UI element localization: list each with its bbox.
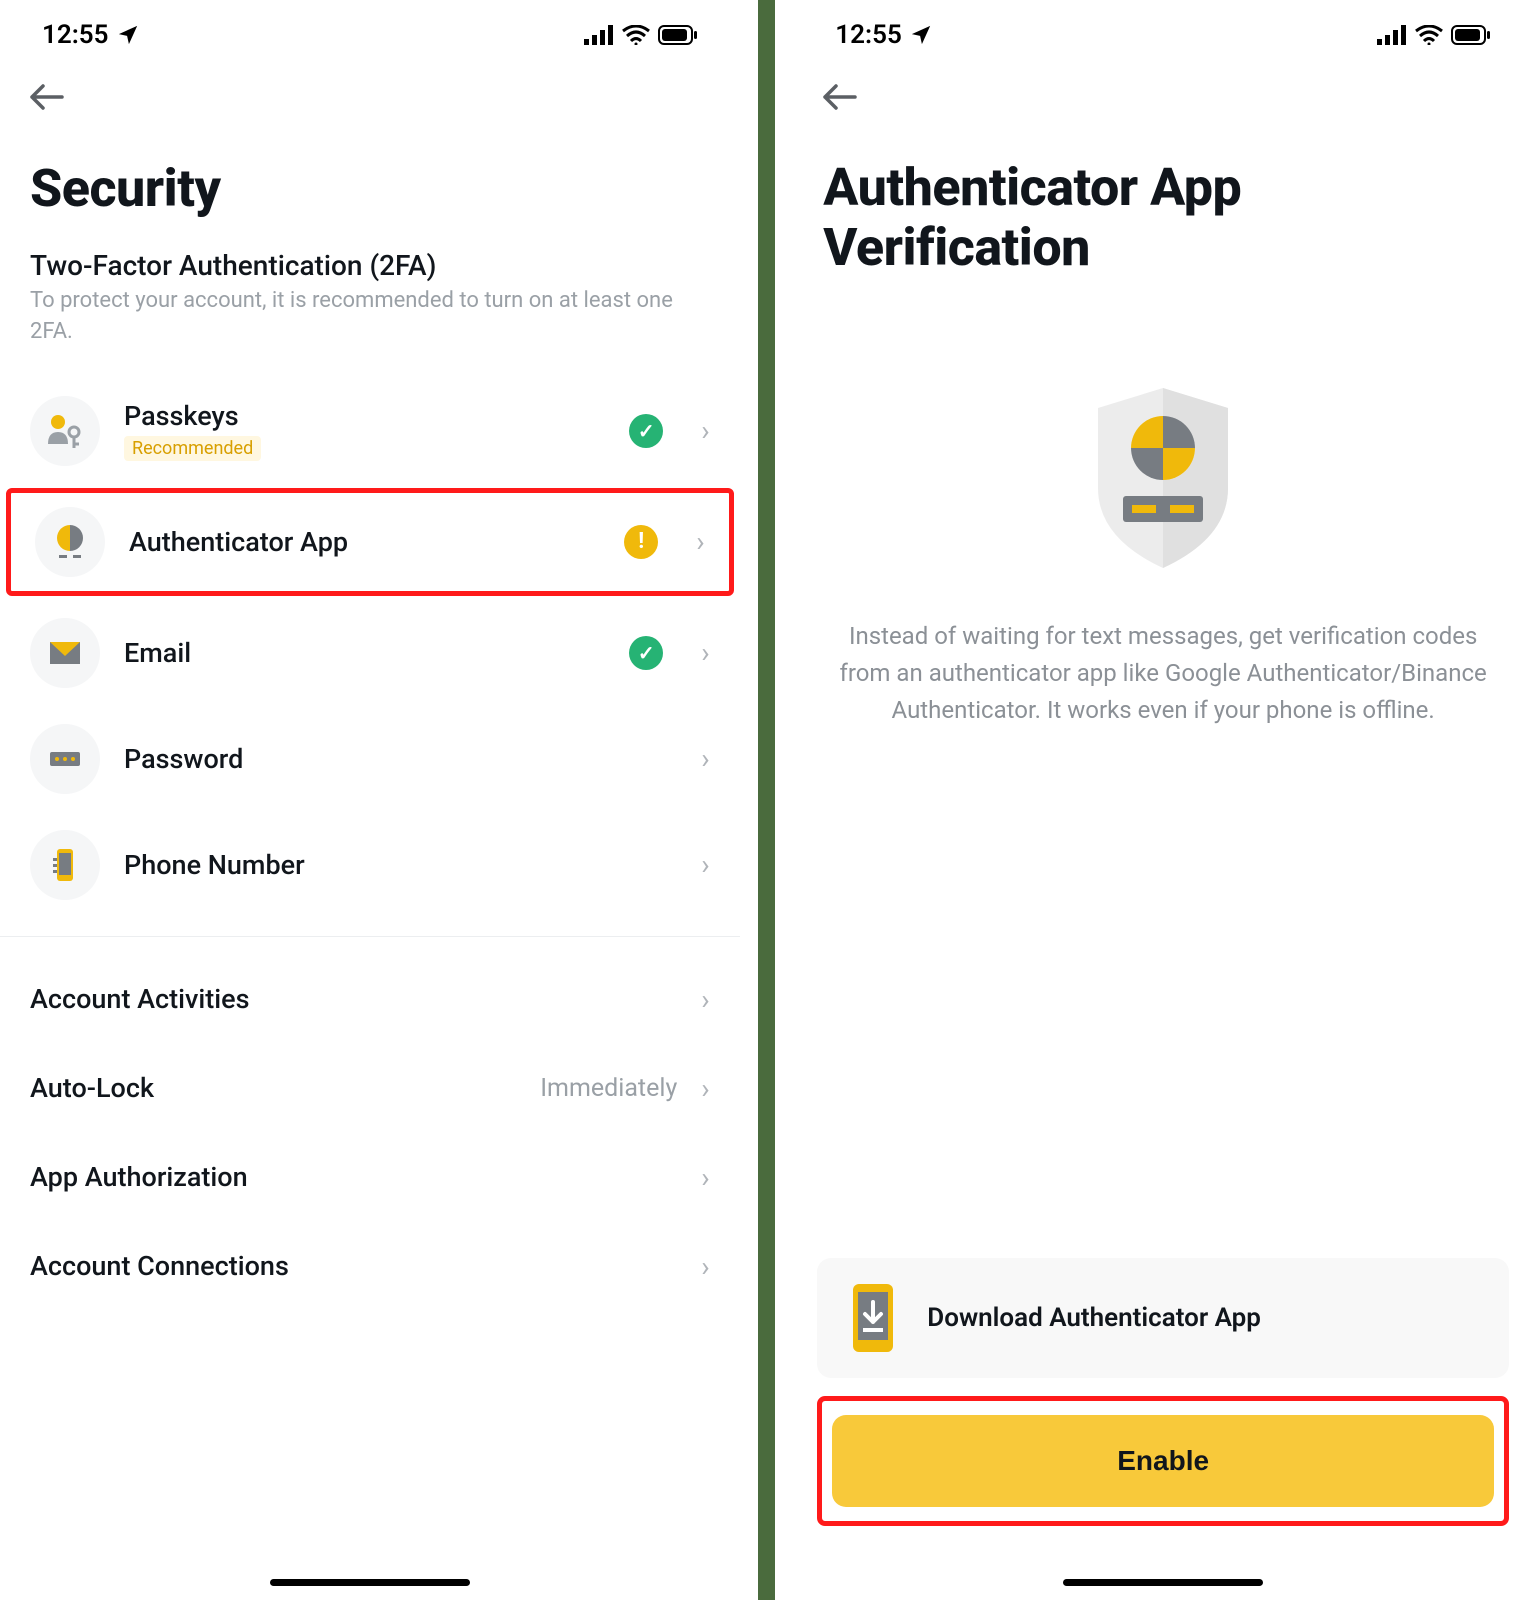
back-button[interactable]: [30, 84, 710, 110]
location-icon: [910, 24, 932, 46]
battery-icon: [1451, 25, 1491, 45]
chevron-right-icon: ›: [687, 983, 709, 1016]
security-screen: 12:55 Security Two-Factor Authentication…: [0, 0, 740, 1600]
chevron-right-icon: ›: [687, 848, 709, 881]
verification-description: Instead of waiting for text messages, ge…: [793, 618, 1533, 730]
auto-lock-value: Immediately: [540, 1074, 677, 1103]
status-time: 12:55: [835, 20, 902, 50]
status-time: 12:55: [42, 20, 109, 50]
recommended-badge: Recommended: [124, 436, 261, 461]
row-passkeys[interactable]: Passkeys Recommended ✓ ›: [0, 378, 740, 484]
row-password[interactable]: Password ›: [0, 706, 740, 812]
section-title-2fa: Two-Factor Authentication (2FA): [0, 249, 740, 286]
row-label: Auto-Lock: [30, 1072, 154, 1104]
cellular-icon: [1377, 25, 1407, 45]
row-account-activities[interactable]: Account Activities ›: [0, 955, 740, 1044]
home-indicator[interactable]: [270, 1579, 470, 1586]
verification-illustration: [793, 308, 1533, 618]
download-phone-icon: [845, 1282, 901, 1354]
cellular-icon: [584, 25, 614, 45]
row-auto-lock[interactable]: Auto-Lock Immediately ›: [0, 1044, 740, 1133]
status-bar: 12:55: [793, 0, 1533, 60]
download-authenticator-card[interactable]: Download Authenticator App: [817, 1258, 1509, 1378]
row-authenticator-app[interactable]: Authenticator App ! ›: [6, 488, 734, 596]
page-title: Authenticator App Verification: [793, 134, 1533, 308]
divider: [0, 936, 740, 937]
page-title: Security: [0, 134, 740, 249]
chevron-right-icon: ›: [687, 414, 709, 447]
authenticator-icon: [35, 507, 105, 577]
home-indicator[interactable]: [1063, 1579, 1263, 1586]
row-password-label: Password: [124, 743, 663, 775]
warning-icon: !: [624, 525, 658, 559]
download-label: Download Authenticator App: [927, 1303, 1261, 1333]
email-icon: [30, 618, 100, 688]
row-phone-label: Phone Number: [124, 849, 663, 881]
enable-highlight: Enable: [817, 1396, 1509, 1526]
row-authenticator-label: Authenticator App: [129, 526, 600, 558]
row-app-authorization[interactable]: App Authorization ›: [0, 1133, 740, 1222]
row-email-label: Email: [124, 637, 605, 669]
row-phone-number[interactable]: Phone Number ›: [0, 812, 740, 918]
check-icon: ✓: [629, 414, 663, 448]
password-icon: [30, 724, 100, 794]
chevron-right-icon: ›: [682, 525, 704, 558]
back-button[interactable]: [823, 84, 1503, 110]
screenshot-divider: [758, 0, 776, 1600]
phone-icon: [30, 830, 100, 900]
battery-icon: [658, 25, 698, 45]
chevron-right-icon: ›: [687, 1072, 709, 1105]
row-passkeys-label: Passkeys: [124, 400, 605, 432]
chevron-right-icon: ›: [687, 636, 709, 669]
status-bar: 12:55: [0, 0, 740, 60]
enable-button[interactable]: Enable: [832, 1415, 1494, 1507]
row-account-connections[interactable]: Account Connections ›: [0, 1222, 740, 1311]
chevron-right-icon: ›: [687, 1250, 709, 1283]
row-label: Account Connections: [30, 1250, 289, 1282]
location-icon: [117, 24, 139, 46]
passkeys-icon: [30, 396, 100, 466]
chevron-right-icon: ›: [687, 742, 709, 775]
row-email[interactable]: Email ✓ ›: [0, 600, 740, 706]
wifi-icon: [622, 25, 650, 45]
authenticator-verification-screen: 12:55 Authenticator App Verification: [793, 0, 1533, 1600]
section-subtitle-2fa: To protect your account, it is recommend…: [0, 286, 740, 378]
chevron-right-icon: ›: [687, 1161, 709, 1194]
row-label: Account Activities: [30, 983, 250, 1015]
wifi-icon: [1415, 25, 1443, 45]
row-label: App Authorization: [30, 1161, 248, 1193]
check-icon: ✓: [629, 636, 663, 670]
